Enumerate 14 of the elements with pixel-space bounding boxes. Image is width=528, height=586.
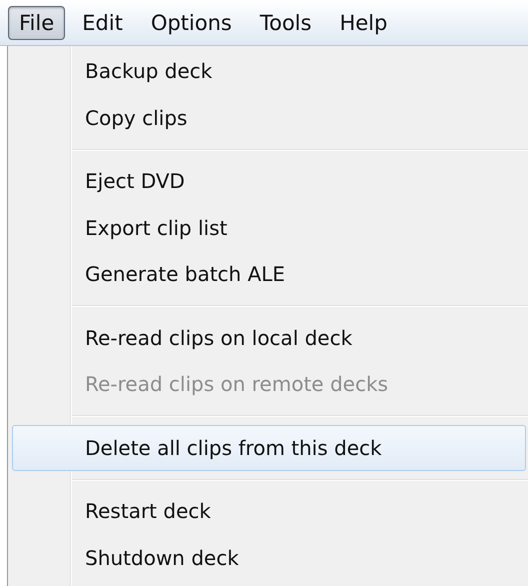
- menu-item[interactable]: Restart deck: [12, 488, 526, 534]
- menu-item[interactable]: Eject DVD: [12, 158, 526, 204]
- menu-item[interactable]: Re-read clips on local deck: [12, 314, 526, 361]
- menu-item[interactable]: Copy clips: [12, 94, 526, 141]
- menu-item[interactable]: Delete all clips from this deck: [12, 424, 526, 471]
- menu-item[interactable]: Backup deck: [12, 48, 526, 94]
- menu-item[interactable]: Shutdown deck: [12, 534, 526, 581]
- menu-title[interactable]: File: [8, 6, 66, 40]
- menu-title[interactable]: Edit: [71, 6, 134, 40]
- menu-title[interactable]: Tools: [248, 6, 323, 40]
- menu-item[interactable]: Generate batch ALE: [12, 251, 526, 298]
- menu-title[interactable]: Help: [328, 6, 398, 40]
- menu-title[interactable]: Options: [140, 6, 243, 40]
- menu-item[interactable]: Export clip list: [12, 204, 526, 251]
